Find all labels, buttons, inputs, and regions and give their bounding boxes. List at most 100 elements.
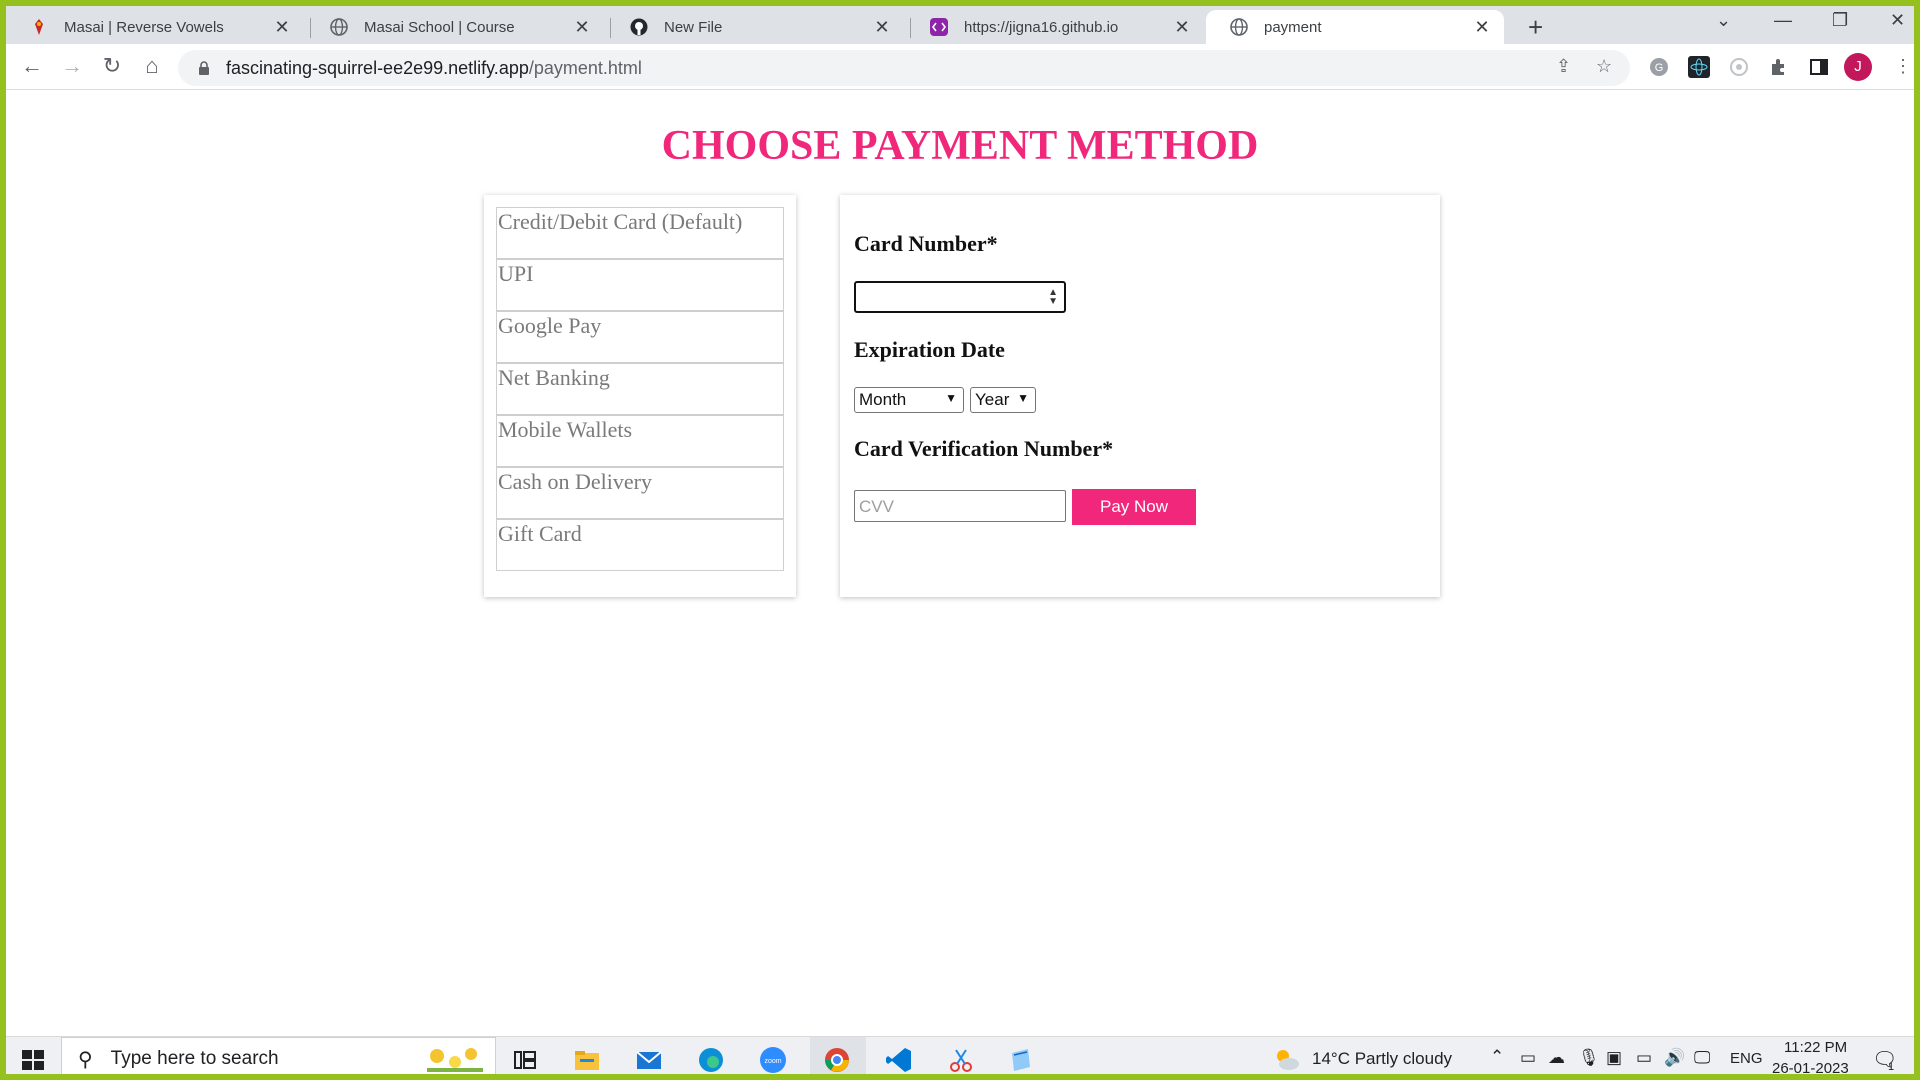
browser-toolbar: ← → ↻ ⌂ fascinating-squirrel-ee2e99.netl… — [6, 44, 1914, 90]
method-google-pay[interactable]: Google Pay — [496, 311, 784, 363]
tray-overflow-chevron-icon[interactable]: ⌃ — [1490, 1047, 1504, 1067]
month-selected-value: Month — [859, 390, 907, 409]
vscode-icon[interactable] — [884, 1045, 914, 1074]
task-view-icon[interactable] — [510, 1045, 540, 1074]
forward-button[interactable]: → — [58, 52, 86, 80]
close-tab-icon[interactable]: ✕ — [1172, 17, 1192, 38]
tab-masai-reverse-vowels[interactable]: Masai | Reverse Vowels ✕ — [6, 10, 304, 44]
menu-kebab-icon[interactable]: ⋮ — [1894, 56, 1912, 77]
windows-start-icon[interactable] — [18, 1045, 48, 1074]
tab-title: Masai | Reverse Vowels — [64, 18, 224, 36]
card-number-label: Card Number* — [854, 231, 998, 256]
address-bar[interactable]: fascinating-squirrel-ee2e99.netlify.app /… — [178, 50, 1630, 86]
search-icon: ⚲ — [78, 1048, 93, 1071]
method-cash-on-delivery[interactable]: Cash on Delivery — [496, 467, 784, 519]
side-panel-icon[interactable] — [1808, 56, 1830, 78]
back-button[interactable]: ← — [18, 52, 46, 80]
close-tab-icon[interactable]: ✕ — [872, 17, 892, 38]
chevron-down-icon: ▼ — [945, 391, 957, 405]
weather-text[interactable]: 14°C Partly cloudy — [1312, 1049, 1452, 1069]
grammarly-extension-icon[interactable]: G — [1648, 56, 1670, 78]
globe-icon — [1230, 18, 1248, 36]
flowers-search-highlight-icon — [427, 1048, 483, 1072]
chrome-icon[interactable] — [822, 1045, 852, 1074]
close-tab-icon[interactable]: ✕ — [1472, 17, 1492, 38]
cvv-input[interactable]: CVV — [854, 490, 1066, 522]
notification-count-badge: 1 — [1888, 1061, 1895, 1073]
clock-date[interactable]: 26-01-2023 — [1772, 1060, 1849, 1074]
home-button[interactable]: ⌂ — [138, 52, 166, 80]
chevron-down-icon: ▼ — [1017, 391, 1029, 405]
method-mobile-wallets[interactable]: Mobile Wallets — [496, 415, 784, 467]
tab-strip: Masai | Reverse Vowels ✕ Masai School | … — [6, 6, 1914, 44]
tab-search-chevron-icon[interactable]: ⌄ — [1716, 10, 1731, 31]
page-content: CHOOSE PAYMENT METHOD Credit/Debit Card … — [6, 90, 1914, 1036]
tab-title: https://jigna16.github.io — [964, 18, 1119, 36]
display-icon[interactable]: ▣ — [1606, 1048, 1622, 1068]
tab-payment[interactable]: payment ✕ — [1206, 10, 1504, 44]
meet-now-icon[interactable]: ▭ — [1520, 1048, 1536, 1068]
page-title: CHOOSE PAYMENT METHOD — [661, 123, 1259, 169]
browser-window: Masai | Reverse Vowels ✕ Masai School | … — [6, 6, 1914, 1074]
tab-title: New File — [664, 18, 723, 36]
payment-methods-panel: Credit/Debit Card (Default) UPI Google P… — [484, 195, 796, 597]
reload-button[interactable]: ↻ — [98, 52, 126, 80]
profile-avatar[interactable]: J — [1844, 53, 1872, 81]
language-indicator[interactable]: ENG — [1730, 1050, 1763, 1067]
mail-icon[interactable] — [634, 1045, 664, 1074]
month-select[interactable]: Month ▼ — [854, 387, 964, 413]
puzzle-extensions-icon[interactable] — [1768, 56, 1790, 78]
close-tab-icon[interactable]: ✕ — [272, 17, 292, 38]
svg-text:zoom: zoom — [764, 1058, 781, 1065]
card-number-input[interactable]: ▲ ▼ — [854, 281, 1066, 313]
tab-jigna16-github[interactable]: https://jigna16.github.io ✕ — [906, 10, 1204, 44]
minimize-button[interactable]: — — [1774, 10, 1792, 31]
globe-icon — [330, 18, 348, 36]
close-window-button[interactable]: ✕ — [1890, 10, 1905, 31]
react-devtools-extension-icon[interactable] — [1688, 56, 1710, 78]
expiration-date-label: Expiration Date — [854, 337, 1005, 362]
masai-favicon-icon — [35, 19, 43, 35]
url-path: /payment.html — [528, 57, 642, 78]
restore-button[interactable]: ❐ — [1832, 10, 1848, 31]
file-explorer-icon[interactable] — [572, 1045, 602, 1074]
new-tab-button[interactable]: + — [1528, 12, 1543, 43]
edge-browser-icon[interactable] — [696, 1045, 726, 1074]
year-selected-value: Year — [975, 390, 1010, 409]
url-host: fascinating-squirrel-ee2e99.netlify.app — [226, 57, 529, 78]
windows-taskbar: ⚲ Type here to search zoom 14°C Partly c… — [6, 1036, 1914, 1074]
network-icon[interactable]: 🖵 — [1694, 1048, 1710, 1068]
method-credit-debit-card[interactable]: Credit/Debit Card (Default) — [496, 207, 784, 259]
svg-text:G: G — [1655, 62, 1664, 74]
number-spinner-icon[interactable]: ▲ ▼ — [1048, 288, 1058, 307]
github-icon — [630, 18, 648, 36]
tab-title: Masai School | Course — [364, 18, 515, 36]
tab-new-file[interactable]: New File ✕ — [606, 10, 904, 44]
extension-icon[interactable] — [1728, 56, 1750, 78]
method-gift-card[interactable]: Gift Card — [496, 519, 784, 571]
method-upi[interactable]: UPI — [496, 259, 784, 311]
volume-icon[interactable]: 🔊 — [1664, 1048, 1685, 1068]
weather-partly-cloudy-icon — [1277, 1050, 1299, 1070]
taskbar-search-placeholder: Type here to search — [110, 1048, 279, 1069]
card-payment-form: Card Number* ▲ ▼ Expiration Date Month ▼ … — [840, 195, 1440, 597]
onedrive-cloud-icon[interactable]: ☁ — [1548, 1048, 1565, 1068]
taskbar-search-box[interactable]: ⚲ Type here to search — [61, 1037, 496, 1074]
close-tab-icon[interactable]: ✕ — [572, 17, 592, 38]
pay-now-button[interactable]: Pay Now — [1072, 489, 1196, 525]
method-net-banking[interactable]: Net Banking — [496, 363, 784, 415]
notepad-app-icon[interactable] — [1006, 1045, 1036, 1074]
clock-time[interactable]: 11:22 PM — [1784, 1039, 1847, 1056]
tab-masai-course[interactable]: Masai School | Course ✕ — [306, 10, 604, 44]
cvv-label: Card Verification Number* — [854, 436, 1114, 461]
tab-title: payment — [1264, 18, 1322, 36]
code-favicon-icon — [930, 18, 948, 36]
microphone-icon[interactable]: 🎙 — [1578, 1048, 1600, 1068]
snipping-tool-icon[interactable] — [946, 1045, 976, 1074]
year-select[interactable]: Year ▼ — [970, 387, 1036, 413]
battery-icon[interactable]: ▭ — [1636, 1048, 1652, 1068]
zoom-icon[interactable]: zoom — [758, 1045, 788, 1074]
share-icon[interactable]: ⇪ — [1556, 56, 1571, 77]
lock-icon — [199, 61, 209, 75]
bookmark-star-icon[interactable]: ☆ — [1596, 56, 1612, 77]
